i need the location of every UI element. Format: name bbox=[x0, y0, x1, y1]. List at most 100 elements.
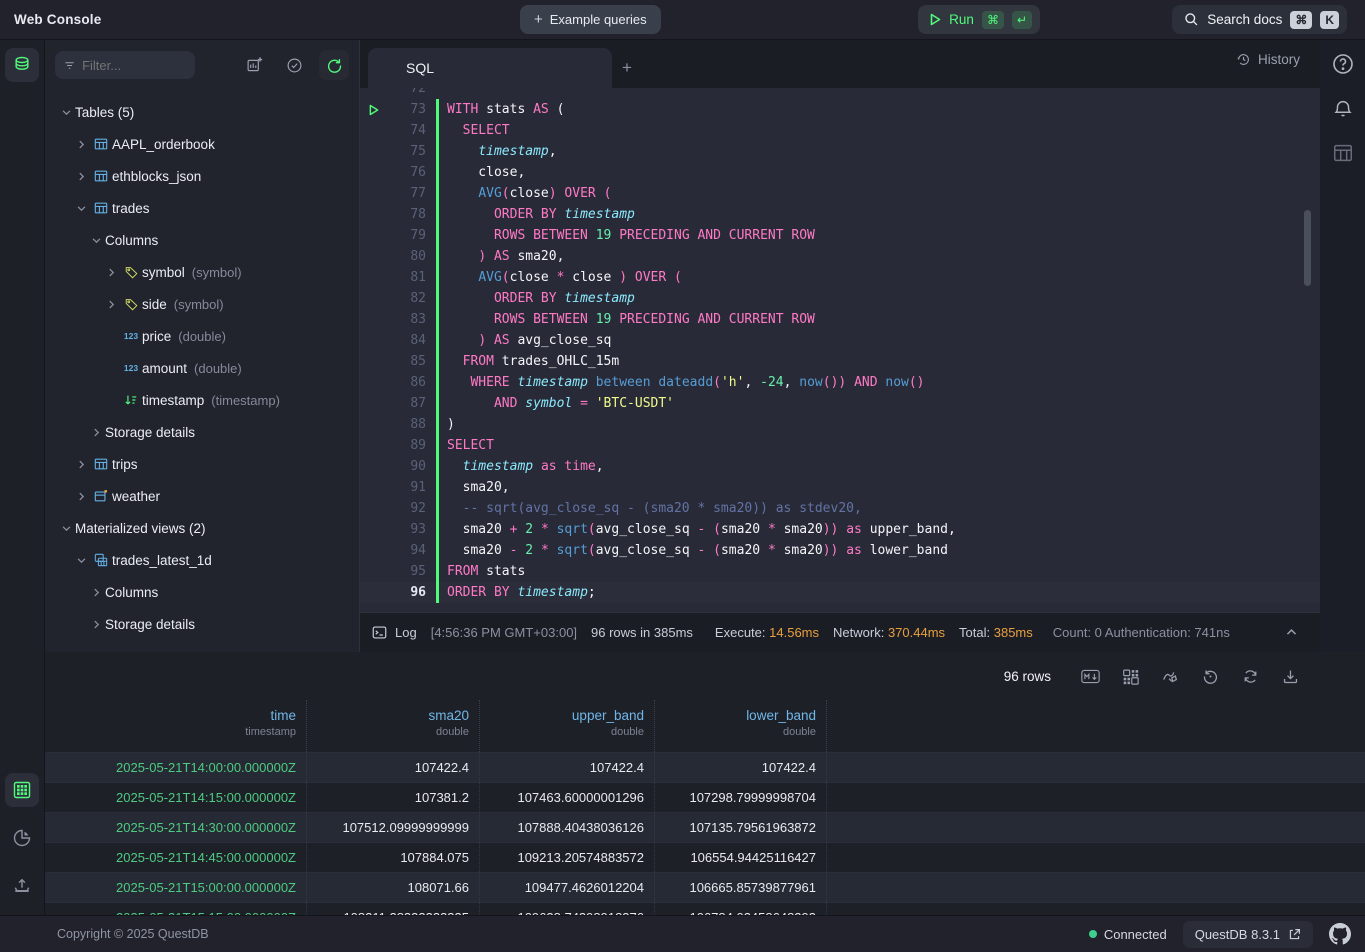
table-row[interactable]: 2025-05-21T14:15:00.000000Z107381.210746… bbox=[45, 782, 1365, 812]
cell-lower_band[interactable]: 107422.4 bbox=[655, 753, 827, 782]
table-row[interactable]: 2025-05-21T15:00:00.000000Z108071.661094… bbox=[45, 872, 1365, 902]
cell-time[interactable]: 2025-05-21T14:15:00.000000Z bbox=[45, 783, 307, 812]
refresh-icon[interactable] bbox=[1235, 661, 1265, 691]
history-button[interactable]: History bbox=[1236, 52, 1300, 67]
chevron-right-icon[interactable] bbox=[87, 587, 105, 598]
code-line-88[interactable]: 88) bbox=[360, 414, 1320, 435]
chevron-down-icon[interactable] bbox=[57, 523, 75, 534]
tree-item-aapl-orderbook[interactable]: AAPL_orderbook bbox=[45, 128, 359, 160]
cell-lower_band[interactable]: 106784.02458648293 bbox=[655, 903, 827, 915]
cell-lower_band[interactable]: 106665.85739877961 bbox=[655, 873, 827, 902]
tree-item-columns[interactable]: Columns bbox=[45, 224, 359, 256]
code-line-72[interactable]: 72 bbox=[360, 88, 1320, 99]
database-nav-icon[interactable] bbox=[5, 48, 39, 82]
code-line-73[interactable]: 73WITH stats AS ( bbox=[360, 99, 1320, 120]
tree-item-trades[interactable]: trades bbox=[45, 192, 359, 224]
grid-view-icon[interactable] bbox=[5, 773, 39, 807]
code-line-96[interactable]: 96ORDER BY timestamp; bbox=[360, 582, 1320, 603]
tree-item-price[interactable]: 123price(double) bbox=[45, 320, 359, 352]
chevron-down-icon[interactable] bbox=[57, 107, 75, 118]
cell-upper_band[interactable]: 109213.20574883572 bbox=[480, 843, 655, 872]
table-row[interactable]: 2025-05-21T14:30:00.000000Z107512.099999… bbox=[45, 812, 1365, 842]
download-icon[interactable] bbox=[1275, 661, 1305, 691]
code-line-74[interactable]: 74 SELECT bbox=[360, 120, 1320, 141]
chart-icon[interactable] bbox=[1155, 661, 1185, 691]
search-docs-button[interactable]: Search docs ⌘ K bbox=[1172, 5, 1347, 34]
run-button[interactable]: Run ⌘ ↵ bbox=[918, 5, 1040, 34]
code-line-76[interactable]: 76 close, bbox=[360, 162, 1320, 183]
cell-sma20[interactable]: 108211.28333333335 bbox=[307, 903, 480, 915]
filter-input-wrap[interactable] bbox=[55, 51, 195, 79]
check-circle-icon[interactable] bbox=[279, 50, 309, 80]
cell-lower_band[interactable]: 106554.94425116427 bbox=[655, 843, 827, 872]
chevron-right-icon[interactable] bbox=[87, 619, 105, 630]
tab-sql[interactable]: SQL bbox=[368, 48, 612, 88]
tree-item-columns[interactable]: Columns bbox=[45, 576, 359, 608]
cell-sma20[interactable]: 107422.4 bbox=[307, 753, 480, 782]
chevron-right-icon[interactable] bbox=[72, 491, 90, 502]
column-header-time[interactable]: timetimestamp bbox=[45, 700, 307, 752]
code-area[interactable]: 7273WITH stats AS (74 SELECT75 timestamp… bbox=[360, 88, 1320, 612]
schema-panel-icon[interactable] bbox=[1332, 142, 1354, 164]
tree-item-trips[interactable]: trips bbox=[45, 448, 359, 480]
cell-time[interactable]: 2025-05-21T14:45:00.000000Z bbox=[45, 843, 307, 872]
cell-upper_band[interactable]: 107888.40438036126 bbox=[480, 813, 655, 842]
code-line-87[interactable]: 87 AND symbol = 'BTC-USDT' bbox=[360, 393, 1320, 414]
cell-time[interactable]: 2025-05-21T14:00:00.000000Z bbox=[45, 753, 307, 782]
column-header-sma20[interactable]: sma20double bbox=[307, 700, 480, 752]
column-name[interactable]: sma20 bbox=[307, 708, 469, 723]
cell-time[interactable]: 2025-05-21T15:00:00.000000Z bbox=[45, 873, 307, 902]
filter-input[interactable] bbox=[82, 58, 186, 73]
code-line-95[interactable]: 95FROM stats bbox=[360, 561, 1320, 582]
tree-item-materialized-views-2-[interactable]: Materialized views (2) bbox=[45, 512, 359, 544]
cell-sma20[interactable]: 107884.075 bbox=[307, 843, 480, 872]
tree-item-storage-details[interactable]: Storage details bbox=[45, 416, 359, 448]
chevron-down-icon[interactable] bbox=[87, 235, 105, 246]
code-line-85[interactable]: 85 FROM trades_OHLC_15m bbox=[360, 351, 1320, 372]
code-line-91[interactable]: 91 sma20, bbox=[360, 477, 1320, 498]
code-line-79[interactable]: 79 ROWS BETWEEN 19 PRECEDING AND CURRENT… bbox=[360, 225, 1320, 246]
column-name[interactable]: upper_band bbox=[480, 708, 644, 723]
log-toggle[interactable]: Log bbox=[372, 625, 417, 640]
import-icon[interactable] bbox=[5, 869, 39, 903]
cell-sma20[interactable]: 107381.2 bbox=[307, 783, 480, 812]
code-line-94[interactable]: 94 sma20 - 2 * sqrt(avg_close_sq - (sma2… bbox=[360, 540, 1320, 561]
chevron-right-icon[interactable] bbox=[72, 459, 90, 470]
cell-lower_band[interactable]: 107135.79561963872 bbox=[655, 813, 827, 842]
chevron-right-icon[interactable] bbox=[87, 427, 105, 438]
help-icon[interactable] bbox=[1331, 52, 1355, 76]
tree-item-ethblocks-json[interactable]: ethblocks_json bbox=[45, 160, 359, 192]
cell-upper_band[interactable]: 107463.60000001296 bbox=[480, 783, 655, 812]
code-line-75[interactable]: 75 timestamp, bbox=[360, 141, 1320, 162]
cell-time[interactable]: 2025-05-21T15:15:00.000000Z bbox=[45, 903, 307, 915]
tree-item-base-tables[interactable]: Base tables bbox=[45, 640, 359, 650]
table-row[interactable]: 2025-05-21T14:45:00.000000Z107884.075109… bbox=[45, 842, 1365, 872]
cell-sma20[interactable]: 108071.66 bbox=[307, 873, 480, 902]
code-line-92[interactable]: 92 -- sqrt(avg_close_sq - (sma20 * sma20… bbox=[360, 498, 1320, 519]
column-name[interactable]: time bbox=[45, 708, 296, 723]
column-header-upper_band[interactable]: upper_banddouble bbox=[480, 700, 655, 752]
chevron-right-icon[interactable] bbox=[72, 139, 90, 150]
tree-item-tables-5-[interactable]: Tables (5) bbox=[45, 96, 359, 128]
code-line-83[interactable]: 83 ROWS BETWEEN 19 PRECEDING AND CURRENT… bbox=[360, 309, 1320, 330]
columns-icon[interactable] bbox=[1115, 661, 1145, 691]
cell-upper_band[interactable]: 107422.4 bbox=[480, 753, 655, 782]
github-icon[interactable] bbox=[1329, 923, 1351, 945]
editor-scrollbar[interactable] bbox=[1304, 210, 1311, 286]
chevron-right-icon[interactable] bbox=[102, 267, 120, 278]
code-line-93[interactable]: 93 sma20 + 2 * sqrt(avg_close_sq - (sma2… bbox=[360, 519, 1320, 540]
cell-sma20[interactable]: 107512.09999999999 bbox=[307, 813, 480, 842]
collapse-log-icon[interactable] bbox=[1285, 626, 1298, 639]
chevron-right-icon[interactable] bbox=[102, 299, 120, 310]
chart-view-icon[interactable] bbox=[5, 821, 39, 855]
code-line-78[interactable]: 78 ORDER BY timestamp bbox=[360, 204, 1320, 225]
example-queries-button[interactable]: + Example queries bbox=[520, 5, 661, 34]
code-line-82[interactable]: 82 ORDER BY timestamp bbox=[360, 288, 1320, 309]
code-line-84[interactable]: 84 ) AS avg_close_sq bbox=[360, 330, 1320, 351]
code-line-89[interactable]: 89SELECT bbox=[360, 435, 1320, 456]
refresh-schema-icon[interactable] bbox=[319, 50, 349, 80]
tree-item-amount[interactable]: 123amount(double) bbox=[45, 352, 359, 384]
run-query-icon[interactable] bbox=[369, 104, 379, 116]
undo-clock-icon[interactable] bbox=[1195, 661, 1225, 691]
new-tab-icon[interactable]: + bbox=[612, 48, 642, 88]
